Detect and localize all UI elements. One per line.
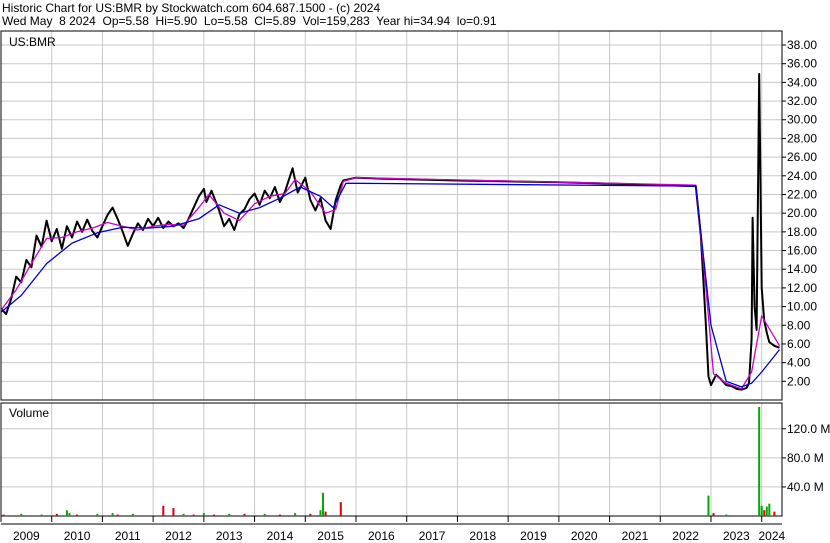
x-tick-label: 2013 — [216, 529, 243, 543]
volume-bar — [228, 513, 231, 516]
x-tick-label: 2011 — [115, 529, 141, 543]
volume-bar — [162, 505, 165, 516]
volume-bar — [116, 514, 119, 516]
volume-bar — [96, 513, 99, 516]
price-tick-label: 2.00 — [787, 374, 811, 388]
volume-bar — [278, 514, 281, 516]
volume-bar — [40, 514, 43, 516]
volume-bar — [111, 513, 114, 516]
x-tick-label: 2020 — [571, 529, 598, 543]
x-tick-label: 2018 — [469, 529, 496, 543]
volume-tick-label: 120.0 M — [787, 422, 830, 436]
price-panel-frame — [0, 30, 783, 401]
volume-bar — [213, 514, 215, 516]
volume-bar — [324, 511, 327, 516]
volume-tick-label: 40.0 M — [787, 480, 824, 494]
price-tick-label: 34.00 — [787, 75, 817, 89]
volume-bar — [707, 495, 710, 516]
volume-bar — [192, 514, 195, 516]
x-grid — [0, 31, 763, 516]
volume-bar — [758, 407, 761, 516]
volume-bar — [294, 513, 297, 516]
volume-label: Volume — [9, 406, 49, 420]
price-tick-label: 16.00 — [787, 244, 817, 258]
volume-bar — [760, 505, 763, 516]
price-tick-label: 8.00 — [787, 318, 811, 332]
x-tick-label: 2021 — [622, 529, 649, 543]
price-axis-ticks: 2.00 4.00 6.00 8.00 10.00 12.00 14.00 16.00 18.0… — [782, 38, 817, 388]
volume-bars — [2, 407, 776, 516]
price-tick-label: 14.00 — [787, 262, 817, 276]
volume-bar — [263, 513, 266, 516]
volume-bar — [20, 513, 23, 516]
volume-bar — [765, 506, 768, 516]
price-tick-label: 10.00 — [787, 300, 817, 314]
volume-bar — [2, 514, 5, 516]
price-grid — [1, 44, 782, 382]
volume-tick-label: 80.0 M — [787, 451, 824, 465]
volume-bar — [339, 502, 342, 516]
volume-bar — [319, 510, 322, 516]
volume-bar — [55, 513, 58, 516]
price-tick-label: 38.00 — [787, 38, 817, 52]
symbol-label: US:BMR — [9, 35, 56, 49]
volume-bar — [172, 508, 175, 516]
volume-bar — [763, 510, 766, 516]
x-tick-label: 2022 — [672, 529, 699, 543]
volume-bar — [768, 503, 771, 516]
x-tick-label: 2012 — [165, 529, 192, 543]
volume-axis-ticks: 40.0 M 80.0 M 120.0 M — [782, 422, 830, 494]
price-tick-label: 4.00 — [787, 356, 811, 370]
x-tick-label: 2024 — [759, 529, 786, 543]
x-axis-ticks: 2009 2010 2011 2012 2013 2014 2015 2016 2017 2018… — [0, 516, 786, 543]
volume-bar — [309, 513, 312, 516]
price-tick-label: 32.00 — [787, 94, 817, 108]
volume-bar — [725, 514, 728, 516]
price-tick-label: 30.00 — [787, 113, 817, 127]
price-tick-label: 6.00 — [787, 337, 811, 351]
volume-bar — [131, 513, 134, 516]
price-tick-label: 20.00 — [787, 206, 817, 220]
volume-bar — [712, 513, 715, 516]
volume-bar — [243, 513, 246, 516]
x-tick-label: 2019 — [520, 529, 547, 543]
volume-bar — [773, 511, 776, 516]
x-tick-label: 2016 — [368, 529, 395, 543]
volume-bar — [76, 514, 79, 516]
x-tick-label: 2010 — [64, 529, 91, 543]
volume-bar — [202, 513, 205, 516]
price-tick-label: 28.00 — [787, 131, 817, 145]
price-tick-label: 22.00 — [787, 187, 817, 201]
price-tick-label: 18.00 — [787, 225, 817, 239]
x-tick-label: 2023 — [723, 529, 750, 543]
price-tick-label: 12.00 — [787, 281, 817, 295]
volume-bar — [68, 513, 71, 516]
volume-bar — [322, 492, 325, 516]
volume-bar — [65, 510, 68, 516]
x-tick-label: 2014 — [267, 529, 294, 543]
short-ma-line — [0, 177, 781, 390]
long-ma-line — [0, 182, 781, 388]
volume-grid — [1, 428, 782, 488]
x-tick-label: 2015 — [317, 529, 344, 543]
price-tick-label: 26.00 — [787, 150, 817, 164]
price-tick-label: 24.00 — [787, 169, 817, 183]
volume-panel-frame — [0, 402, 783, 517]
price-volume-chart: 2.00 4.00 6.00 8.00 10.00 12.00 14.00 16.00 18.0… — [0, 30, 830, 543]
x-tick-label: 2009 — [13, 529, 40, 543]
x-tick-label: 2017 — [419, 529, 446, 543]
volume-bar — [182, 513, 185, 516]
price-tick-label: 36.00 — [787, 57, 817, 71]
